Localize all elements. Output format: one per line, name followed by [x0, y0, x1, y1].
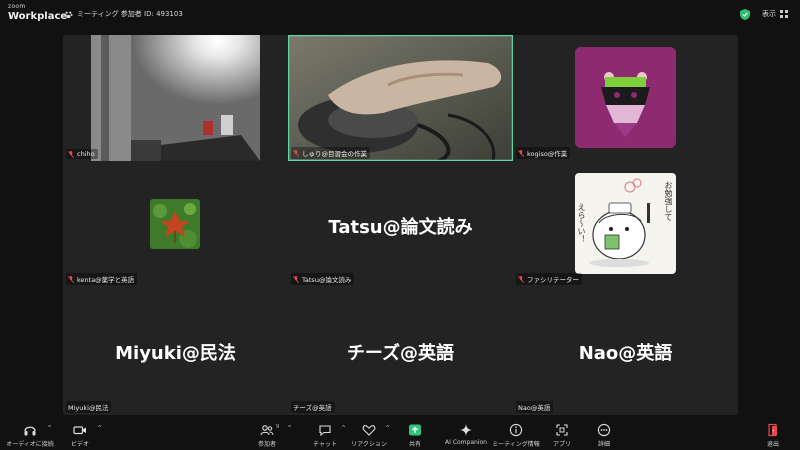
brand-workplace: Workplace — [8, 11, 68, 22]
ai-companion-label: AI Companion — [445, 439, 487, 446]
participant-tile[interactable]: Nao@英語 Nao@英語 — [513, 287, 738, 415]
participant-name-label: chiho — [66, 149, 98, 159]
participant-name: chiho — [77, 150, 95, 158]
participant-name: Nao@英語 — [518, 404, 551, 412]
brand-zoom: zoom — [8, 3, 26, 10]
participant-name: ファシリテーター — [527, 276, 579, 284]
participant-name-label: しゅり@目習会の作業 — [291, 147, 370, 159]
leave-door-icon — [768, 423, 777, 437]
mic-muted-icon — [68, 275, 74, 283]
participants-icon — [260, 425, 274, 436]
participant-video — [288, 35, 513, 161]
participant-tile[interactable]: chiho — [63, 35, 288, 161]
participant-name-label: ファシリテーター — [516, 273, 582, 285]
leave-label: 退出 — [766, 441, 779, 448]
info-icon — [509, 423, 523, 437]
share-label: 共有 — [408, 441, 421, 448]
participant-tile[interactable]: Tatsu@論文読み Tatsu@論文読み — [288, 161, 513, 287]
participant-display-name: Nao@英語 — [578, 343, 673, 364]
headphones-icon — [24, 426, 36, 436]
drawing-avatar: お勉強して えら〜い！ — [575, 173, 676, 274]
leave-button[interactable]: 退出 — [743, 423, 800, 448]
participant-name: kogiso@作業 — [527, 150, 568, 158]
encryption-shield-icon[interactable] — [740, 9, 750, 20]
participant-name-label: Tatsu@論文読み — [291, 273, 355, 285]
participants-options-chevron-icon[interactable]: ^ — [287, 425, 292, 432]
participant-tile[interactable]: チーズ@英語 チーズ@英語 — [288, 287, 513, 415]
participant-name-label: kenta@薬学と英語 — [66, 273, 138, 285]
paw-icon — [64, 11, 73, 18]
participants-count: 9 — [276, 424, 280, 430]
meeting-toolbar: オーディオに接続 ^ ビデオ ^ 参加者 9 ^ チャット ^ リアクション ^… — [0, 420, 800, 450]
mic-muted-icon — [68, 150, 74, 158]
gallery-grid: chiho しゅり@目習会の作業 kogiso@作業 kenta@薬学と英語 T… — [63, 35, 738, 415]
drawing-text-vertical: お勉強して — [664, 181, 673, 221]
share-screen-icon — [409, 424, 421, 436]
participant-video — [91, 35, 260, 161]
bee-avatar-icon — [575, 47, 676, 148]
drawing-text-horizontal: えら〜い！ — [577, 203, 586, 243]
participant-tile-active[interactable]: しゅり@目習会の作業 — [288, 35, 513, 161]
mic-muted-icon — [293, 149, 299, 157]
participant-tile[interactable]: お勉強して えら〜い！ ファシリテーター — [513, 161, 738, 287]
mic-muted-icon — [293, 275, 299, 283]
more-button[interactable]: 詳細 — [574, 423, 634, 448]
meeting-info-bar[interactable]: ミーティング 参加者 ID: 493103 — [64, 9, 183, 19]
chat-label: チャット — [313, 441, 337, 448]
participant-name-label: チーズ@英語 — [291, 401, 335, 413]
top-bar: zoom Workplace ミーティング 参加者 ID: 493103 表示 — [0, 0, 800, 30]
leaf-avatar-icon — [150, 199, 200, 249]
participant-name-label: kogiso@作業 — [516, 147, 571, 159]
participant-name: Miyuki@民法 — [68, 404, 109, 412]
participant-display-name: Tatsu@論文読み — [328, 217, 473, 238]
more-label: 詳細 — [597, 441, 610, 448]
apps-icon — [556, 424, 568, 436]
mic-muted-icon — [518, 149, 524, 157]
participant-name-label: Nao@英語 — [516, 401, 554, 413]
reactions-label: リアクション — [351, 441, 387, 448]
meeting-id-text: ミーティング 参加者 ID: 493103 — [77, 10, 183, 18]
heart-icon — [362, 425, 376, 436]
participant-name: しゅり@目習会の作業 — [302, 150, 367, 158]
grid-view-icon — [780, 10, 788, 18]
chat-bubble-icon — [319, 425, 331, 437]
video-camera-icon — [73, 426, 86, 435]
participant-tile[interactable]: Miyuki@民法 Miyuki@民法 — [63, 287, 288, 415]
apps-label: アプリ — [552, 441, 571, 448]
audio-label: オーディオに接続 — [6, 441, 54, 448]
view-button[interactable]: 表示 — [762, 9, 788, 19]
sparkle-icon — [460, 424, 472, 436]
mic-muted-icon — [518, 275, 524, 283]
participants-label: 参加者 — [257, 441, 276, 448]
zoom-logo: zoom Workplace — [8, 4, 67, 22]
participant-name-label: Miyuki@民法 — [66, 401, 112, 413]
participant-name: kenta@薬学と英語 — [77, 276, 135, 284]
participant-tile[interactable]: kogiso@作業 — [513, 35, 738, 161]
video-options-chevron-icon[interactable]: ^ — [97, 425, 102, 432]
participant-tile[interactable]: kenta@薬学と英語 — [63, 161, 288, 287]
participant-display-name: Miyuki@民法 — [115, 343, 236, 364]
more-dots-icon — [597, 423, 611, 437]
view-label: 表示 — [762, 10, 776, 18]
participant-display-name: チーズ@英語 — [346, 343, 455, 364]
participant-name: チーズ@英語 — [293, 404, 332, 412]
participant-name: Tatsu@論文読み — [302, 276, 352, 284]
cartoon-drawing-icon — [589, 178, 650, 267]
video-label: ビデオ — [70, 441, 89, 448]
